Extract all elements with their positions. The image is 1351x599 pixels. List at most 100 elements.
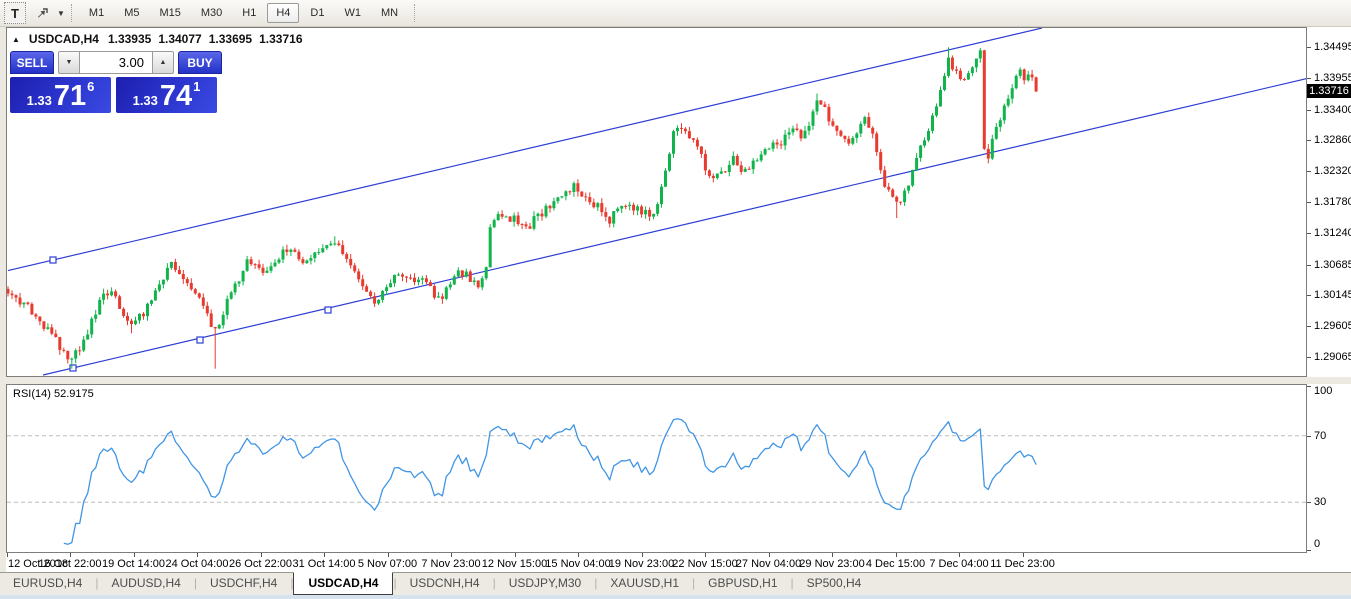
price-axis-label: 1.33400 [1314,104,1351,117]
price-axis-tick [1307,202,1311,203]
timeframe-button-mn[interactable]: MN [372,3,407,23]
volume-increase-button[interactable]: ▲ [152,51,174,74]
time-axis-tick [515,553,516,557]
price-axis-label: 1.32860 [1314,134,1351,147]
price-axis-tick [1307,47,1311,48]
time-axis-tick [261,553,262,557]
timeframe-button-m30[interactable]: M30 [192,3,231,23]
chart-tab-eurusd-h4[interactable]: EURUSD,H4 [0,573,95,594]
rsi-axis-label: 100 [1314,385,1332,398]
ohlc-low: 1.33695 [209,32,252,46]
timeframe-button-h4[interactable]: H4 [267,3,299,23]
buy-button[interactable]: BUY [178,51,222,74]
timeframe-button-w1[interactable]: W1 [335,3,370,23]
rsi-axis-tick [1307,550,1311,551]
rsi-axis[interactable]: 100 70 30 0 [1307,384,1351,553]
price-axis-tick [1307,357,1311,358]
buy-price-small: 1.33 [133,93,158,108]
chart-tab-usdjpy-m30[interactable]: USDJPY,M30 [496,573,594,594]
price-axis-label: 1.31780 [1314,196,1351,209]
window-bottom-strip [0,595,1351,599]
toolbar-separator [71,4,73,22]
price-axis-label: 1.32320 [1314,165,1351,178]
time-axis[interactable]: 12 Oct 201816 Oct 22:0019 Oct 14:0024 Oc… [6,553,1351,572]
rsi-axis-label: 70 [1314,430,1326,443]
time-axis-tick [7,553,8,557]
one-click-trading-panel: SELL ▼ ▲ BUY 1.33 71 6 1.33 74 1 [10,51,222,113]
price-axis-tick [1307,233,1311,234]
channel-handle[interactable] [70,365,76,371]
rsi-axis-tick [1307,502,1311,503]
current-price-tag: 1.33716 [1307,84,1351,98]
arrows-tool-button[interactable] [30,3,56,23]
chart-tab-usdcad-h4[interactable]: USDCAD,H4 [293,572,393,595]
chart-tab-audusd-h4[interactable]: AUDUSD,H4 [98,573,193,594]
rsi-name: RSI(14) [13,388,51,400]
buy-quote[interactable]: 1.33 74 1 [116,77,217,113]
chart-tab-sp500-h4[interactable]: SP500,H4 [794,573,875,594]
arrows-dropdown-caret-icon[interactable]: ▼ [57,9,65,18]
sell-quote[interactable]: 1.33 71 6 [10,77,111,113]
price-axis-label: 1.31240 [1314,227,1351,240]
channel-handle[interactable] [197,337,203,343]
buy-price-big: 74 [160,81,192,111]
price-axis-tick [1307,326,1311,327]
time-axis-tick [388,553,389,557]
chart-tab-gbpusd-h1[interactable]: GBPUSD,H1 [695,573,790,594]
sell-price-big: 71 [54,81,86,111]
price-axis-label: 1.34495 [1314,41,1351,54]
price-axis[interactable]: 1.34495 1.33955 1.33400 1.32860 1.32320 1.317… [1307,27,1351,377]
sell-button[interactable]: SELL [10,51,54,74]
channel-handle[interactable] [325,307,331,313]
rsi-axis-tick [1307,386,1311,387]
chart-tab-usdcnh-h4[interactable]: USDCNH,H4 [397,573,493,594]
time-axis-tick [1023,553,1024,557]
volume-decrease-button[interactable]: ▼ [58,51,80,74]
rsi-value: 52.9175 [54,388,94,400]
chart-symbol-label: USDCAD,H4 [29,32,99,46]
ohlc-open: 1.33935 [108,32,151,46]
chart-title: ▲ USDCAD,H4 1.33935 1.34077 1.33695 1.33… [12,32,303,46]
arrows-tool-icon [35,6,51,20]
timeframe-button-group: M1M5M15M30H1H4D1W1MN [79,3,408,23]
symbol-marker-icon: ▲ [12,35,20,44]
price-axis-label: 1.33955 [1314,72,1351,85]
price-axis-tick [1307,295,1311,296]
time-axis-tick [324,553,325,557]
toolbar-separator [414,4,416,22]
time-axis-tick [896,553,897,557]
price-axis-label: 1.30145 [1314,289,1351,302]
timeframe-button-m5[interactable]: M5 [115,3,148,23]
price-axis-label: 1.30685 [1314,259,1351,272]
timeframe-button-d1[interactable]: D1 [301,3,333,23]
volume-input[interactable] [80,51,152,74]
price-axis-tick [1307,265,1311,266]
time-axis-tick [197,553,198,557]
time-axis-tick [70,553,71,557]
time-axis-label: 11 Dec 23:00 [981,558,1065,570]
ohlc-close: 1.33716 [259,32,302,46]
rsi-line [64,419,1036,545]
text-tool-button[interactable]: T [4,2,26,24]
buy-price-sup: 1 [193,79,200,94]
timeframe-button-m15[interactable]: M15 [150,3,189,23]
timeframe-button-h1[interactable]: H1 [233,3,265,23]
time-axis-tick [705,553,706,557]
chart-tab-xauusd-h1[interactable]: XAUUSD,H1 [597,573,692,594]
ohlc-high: 1.34077 [158,32,201,46]
channel-handle[interactable] [50,257,56,263]
volume-stepper: ▼ ▲ [58,51,174,74]
text-tool-icon: T [11,6,19,21]
rsi-canvas[interactable]: RSI(14) 52.9175 [6,384,1307,553]
rsi-axis-label: 30 [1314,496,1326,509]
sell-price-small: 1.33 [27,93,52,108]
rsi-indicator-label: RSI(14) 52.9175 [13,388,94,400]
timeframe-button-m1[interactable]: M1 [80,3,113,23]
toolbar: T ▼ M1M5M15M30H1H4D1W1MN [0,0,1351,27]
rsi-axis-label: 0 [1314,538,1320,551]
price-axis-label: 1.29605 [1314,320,1351,333]
time-axis-tick [642,553,643,557]
time-axis-tick [959,553,960,557]
chart-tab-usdchf-h4[interactable]: USDCHF,H4 [197,573,290,594]
time-axis-tick [578,553,579,557]
